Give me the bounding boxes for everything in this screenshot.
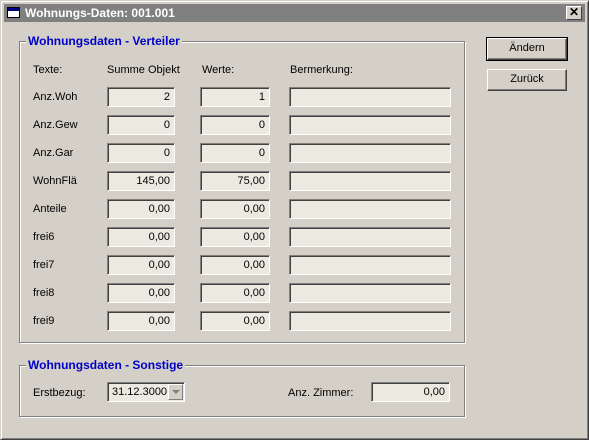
werte-field[interactable]: 0,00 (200, 199, 270, 219)
bemerkung-field[interactable] (289, 87, 451, 107)
bemerkung-field[interactable] (289, 227, 451, 247)
row-label: WohnFlä (33, 175, 77, 187)
bemerkung-field[interactable] (289, 143, 451, 163)
zimmer-field[interactable]: 0,00 (371, 382, 450, 402)
summe-objekt-field[interactable]: 0,00 (107, 255, 175, 275)
summe-objekt-field[interactable]: 2 (107, 87, 175, 107)
summe-objekt-field[interactable]: 0 (107, 143, 175, 163)
erstbezug-value: 31.12.3000 (112, 386, 168, 398)
werte-field[interactable]: 0 (200, 115, 270, 135)
window-icon (7, 7, 20, 18)
header-summe-objekt: Summe Objekt (107, 64, 180, 76)
row-label: frei6 (33, 231, 55, 243)
title-bar[interactable]: Wohnungs-Daten: 001.001 ✕ (4, 4, 585, 22)
bemerkung-field[interactable] (289, 199, 451, 219)
bemerkung-field[interactable] (289, 283, 451, 303)
row-label: frei8 (33, 287, 55, 299)
erstbezug-label: Erstbezug: (33, 387, 86, 399)
bemerkung-field[interactable] (289, 311, 451, 331)
bemerkung-field[interactable] (289, 255, 451, 275)
summe-objekt-field[interactable]: 0,00 (107, 227, 175, 247)
row-label: Anz.Woh (33, 91, 78, 103)
werte-field[interactable]: 1 (200, 87, 270, 107)
werte-field[interactable]: 75,00 (200, 171, 270, 191)
row-label: Anz.Gar (33, 147, 74, 159)
erstbezug-combobox[interactable]: 31.12.3000 (107, 382, 185, 402)
row-label: Anz.Gew (33, 119, 78, 131)
row-label: frei9 (33, 315, 55, 327)
bemerkung-field[interactable] (289, 171, 451, 191)
header-texte: Texte: (33, 64, 63, 76)
aendern-button[interactable]: Ändern (486, 37, 568, 61)
bemerkung-field[interactable] (289, 115, 451, 135)
zurueck-button[interactable]: Zurück (487, 69, 567, 91)
chevron-down-icon[interactable] (168, 384, 183, 400)
window-title: Wohnungs-Daten: 001.001 (25, 6, 175, 20)
verteiler-legend: Wohnungsdaten - Verteiler (26, 34, 182, 48)
summe-objekt-field[interactable]: 0,00 (107, 283, 175, 303)
header-bemerkung: Bermerkung: (290, 64, 353, 76)
werte-field[interactable]: 0 (200, 143, 270, 163)
summe-objekt-field[interactable]: 0,00 (107, 199, 175, 219)
row-label: frei7 (33, 259, 55, 271)
close-button[interactable]: ✕ (566, 6, 582, 20)
werte-field[interactable]: 0,00 (200, 227, 270, 247)
row-label: Anteile (33, 203, 67, 215)
sonstige-legend: Wohnungsdaten - Sonstige (26, 358, 186, 372)
zimmer-label: Anz. Zimmer: (288, 387, 354, 399)
summe-objekt-field[interactable]: 0 (107, 115, 175, 135)
werte-field[interactable]: 0,00 (200, 255, 270, 275)
werte-field[interactable]: 0,00 (200, 311, 270, 331)
werte-field[interactable]: 0,00 (200, 283, 270, 303)
header-werte: Werte: (202, 64, 235, 76)
summe-objekt-field[interactable]: 145,00 (107, 171, 175, 191)
summe-objekt-field[interactable]: 0,00 (107, 311, 175, 331)
